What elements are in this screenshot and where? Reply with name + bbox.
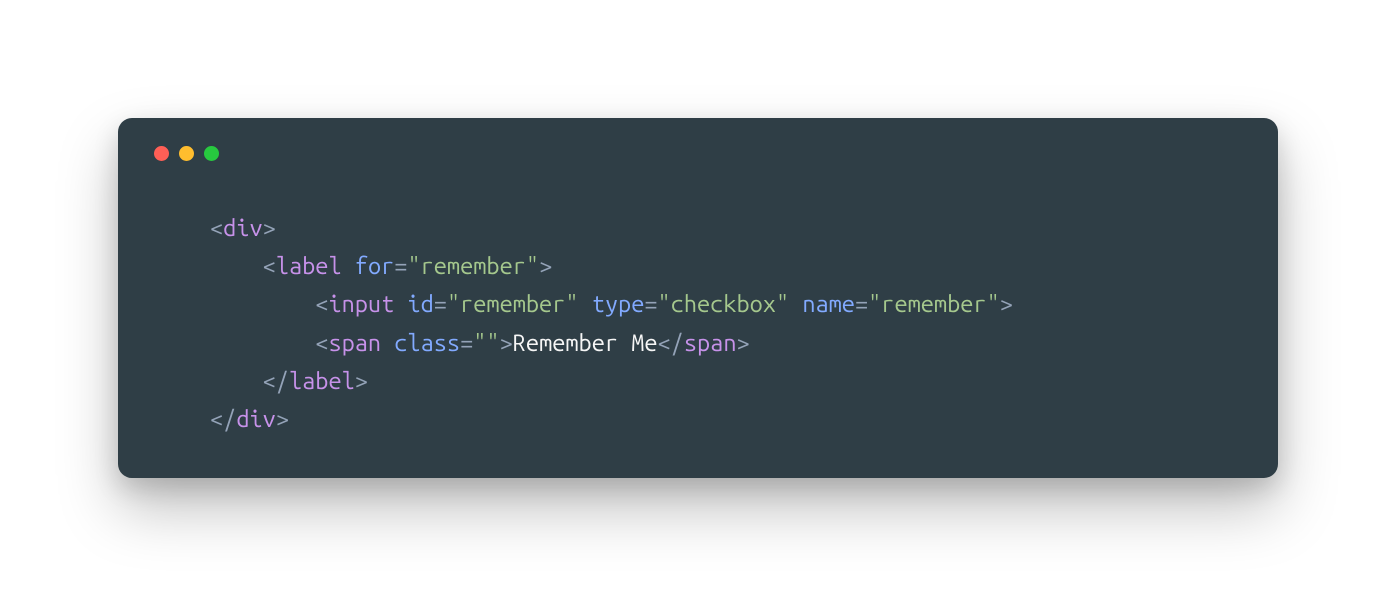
code-punct: </ (263, 368, 289, 394)
code-eq: = (855, 291, 868, 317)
code-space (342, 253, 355, 279)
code-punct: </ (658, 330, 684, 356)
code-eq: = (394, 253, 407, 279)
code-tag: span (328, 330, 381, 356)
code-space (394, 291, 407, 317)
code-punct: < (315, 291, 328, 317)
code-indent (210, 368, 263, 394)
minimize-icon[interactable] (179, 146, 194, 161)
code-space (789, 291, 802, 317)
code-attr: name (802, 291, 855, 317)
code-punct: > (1000, 291, 1013, 317)
code-punct: < (315, 330, 328, 356)
code-window: <div> <label for="remember"> <input id="… (118, 118, 1278, 477)
code-indent (210, 253, 263, 279)
code-indent (210, 291, 315, 317)
code-string: "remember" (447, 291, 579, 317)
code-punct: > (500, 330, 513, 356)
code-tag: div (236, 406, 275, 432)
code-tag: label (276, 253, 342, 279)
code-block: <div> <label for="remember"> <input id="… (154, 209, 1242, 437)
maximize-icon[interactable] (204, 146, 219, 161)
code-punct: < (210, 215, 223, 241)
code-space (381, 330, 394, 356)
code-attr: class (394, 330, 460, 356)
code-tag: span (684, 330, 737, 356)
code-text: Remember Me (513, 330, 658, 356)
code-punct: > (736, 330, 749, 356)
code-punct: > (355, 368, 368, 394)
code-attr: id (407, 291, 433, 317)
code-string: "remember" (407, 253, 539, 279)
code-string: "" (473, 330, 499, 356)
code-punct: > (263, 215, 276, 241)
close-icon[interactable] (154, 146, 169, 161)
code-tag: div (223, 215, 262, 241)
code-string: "remember" (868, 291, 1000, 317)
code-string: "checkbox" (658, 291, 790, 317)
code-punct: > (539, 253, 552, 279)
code-punct: < (263, 253, 276, 279)
code-eq: = (434, 291, 447, 317)
code-indent (210, 330, 315, 356)
code-space (579, 291, 592, 317)
code-tag: label (289, 368, 355, 394)
code-eq: = (460, 330, 473, 356)
code-eq: = (644, 291, 657, 317)
code-punct: </ (210, 406, 236, 432)
code-punct: > (276, 406, 289, 432)
code-attr: for (355, 253, 394, 279)
code-tag: input (328, 291, 394, 317)
code-attr: type (592, 291, 645, 317)
window-titlebar (154, 146, 1242, 161)
